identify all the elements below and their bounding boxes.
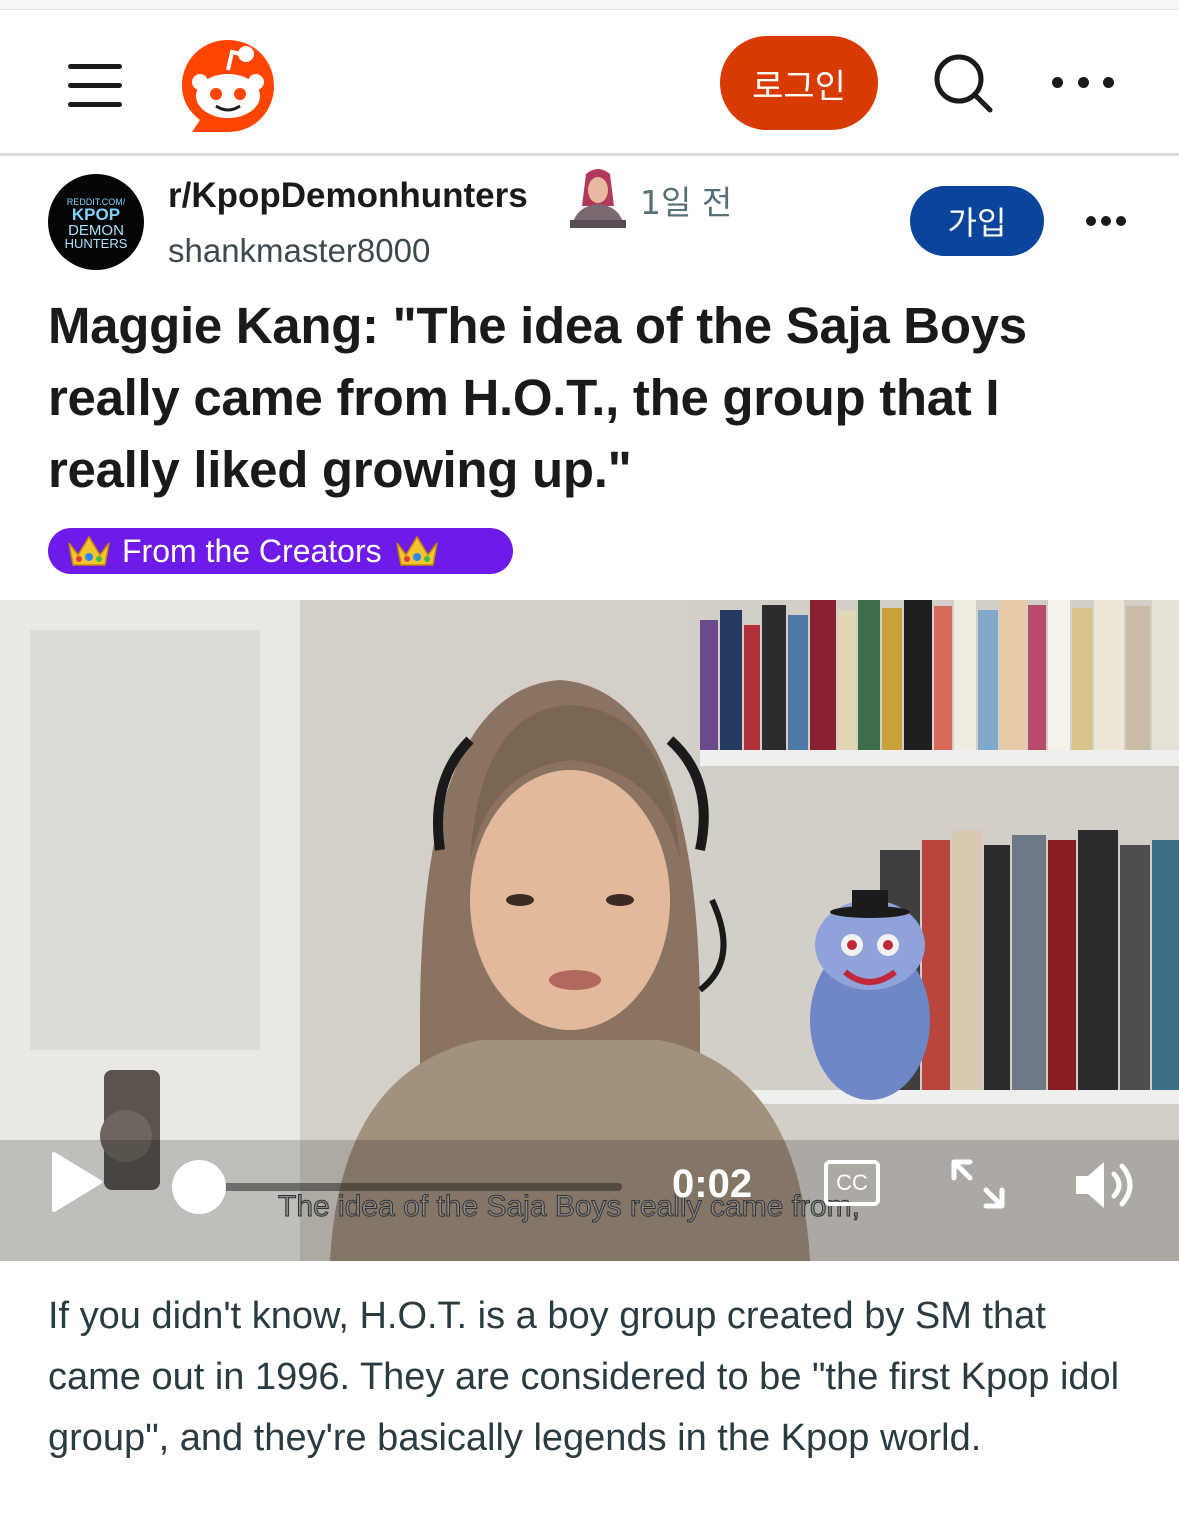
fullscreen-icon[interactable] — [950, 1158, 1006, 1210]
subreddit-avatar[interactable]: REDDIT.COM/ KPOP DEMON HUNTERS — [48, 174, 144, 270]
reddit-snoo-icon[interactable] — [176, 34, 280, 138]
post-flair[interactable]: From the Creators — [48, 528, 513, 574]
video-time: 0:02 — [672, 1162, 753, 1206]
crown-icon — [395, 535, 438, 566]
cc-button[interactable]: CC — [824, 1160, 880, 1206]
more-horizontal-icon[interactable] — [1052, 66, 1114, 98]
post-title[interactable]: Maggie Kang: "The idea of the Saja Boys … — [48, 290, 1138, 506]
login-button[interactable]: 로그인 — [720, 36, 878, 130]
post-author[interactable]: shankmaster8000 — [168, 232, 430, 270]
crown-icon — [68, 535, 110, 566]
post-options-icon[interactable] — [1086, 214, 1126, 228]
subreddit-name[interactable]: r/KpopDemonhunters — [168, 176, 528, 216]
post-body: If you didn't know, H.O.T. is a boy grou… — [48, 1295, 1120, 1459]
post-time: 1일 전 — [640, 183, 733, 222]
flair-label: From the Creators — [122, 532, 382, 569]
video-progress-thumb[interactable] — [172, 1160, 226, 1214]
volume-icon[interactable] — [1072, 1156, 1138, 1214]
search-icon[interactable] — [930, 50, 996, 116]
play-icon[interactable] — [50, 1150, 104, 1214]
video-subtitle: The idea of the Saja Boys really came fr… — [278, 1190, 861, 1224]
browser-top-edge — [0, 0, 1179, 10]
user-flair-image — [570, 169, 626, 228]
join-button[interactable]: 가입 — [910, 186, 1044, 256]
app-header: 로그인 — [0, 10, 1179, 156]
avatar-text-4: HUNTERS — [65, 236, 128, 251]
hamburger-icon[interactable] — [62, 60, 126, 112]
